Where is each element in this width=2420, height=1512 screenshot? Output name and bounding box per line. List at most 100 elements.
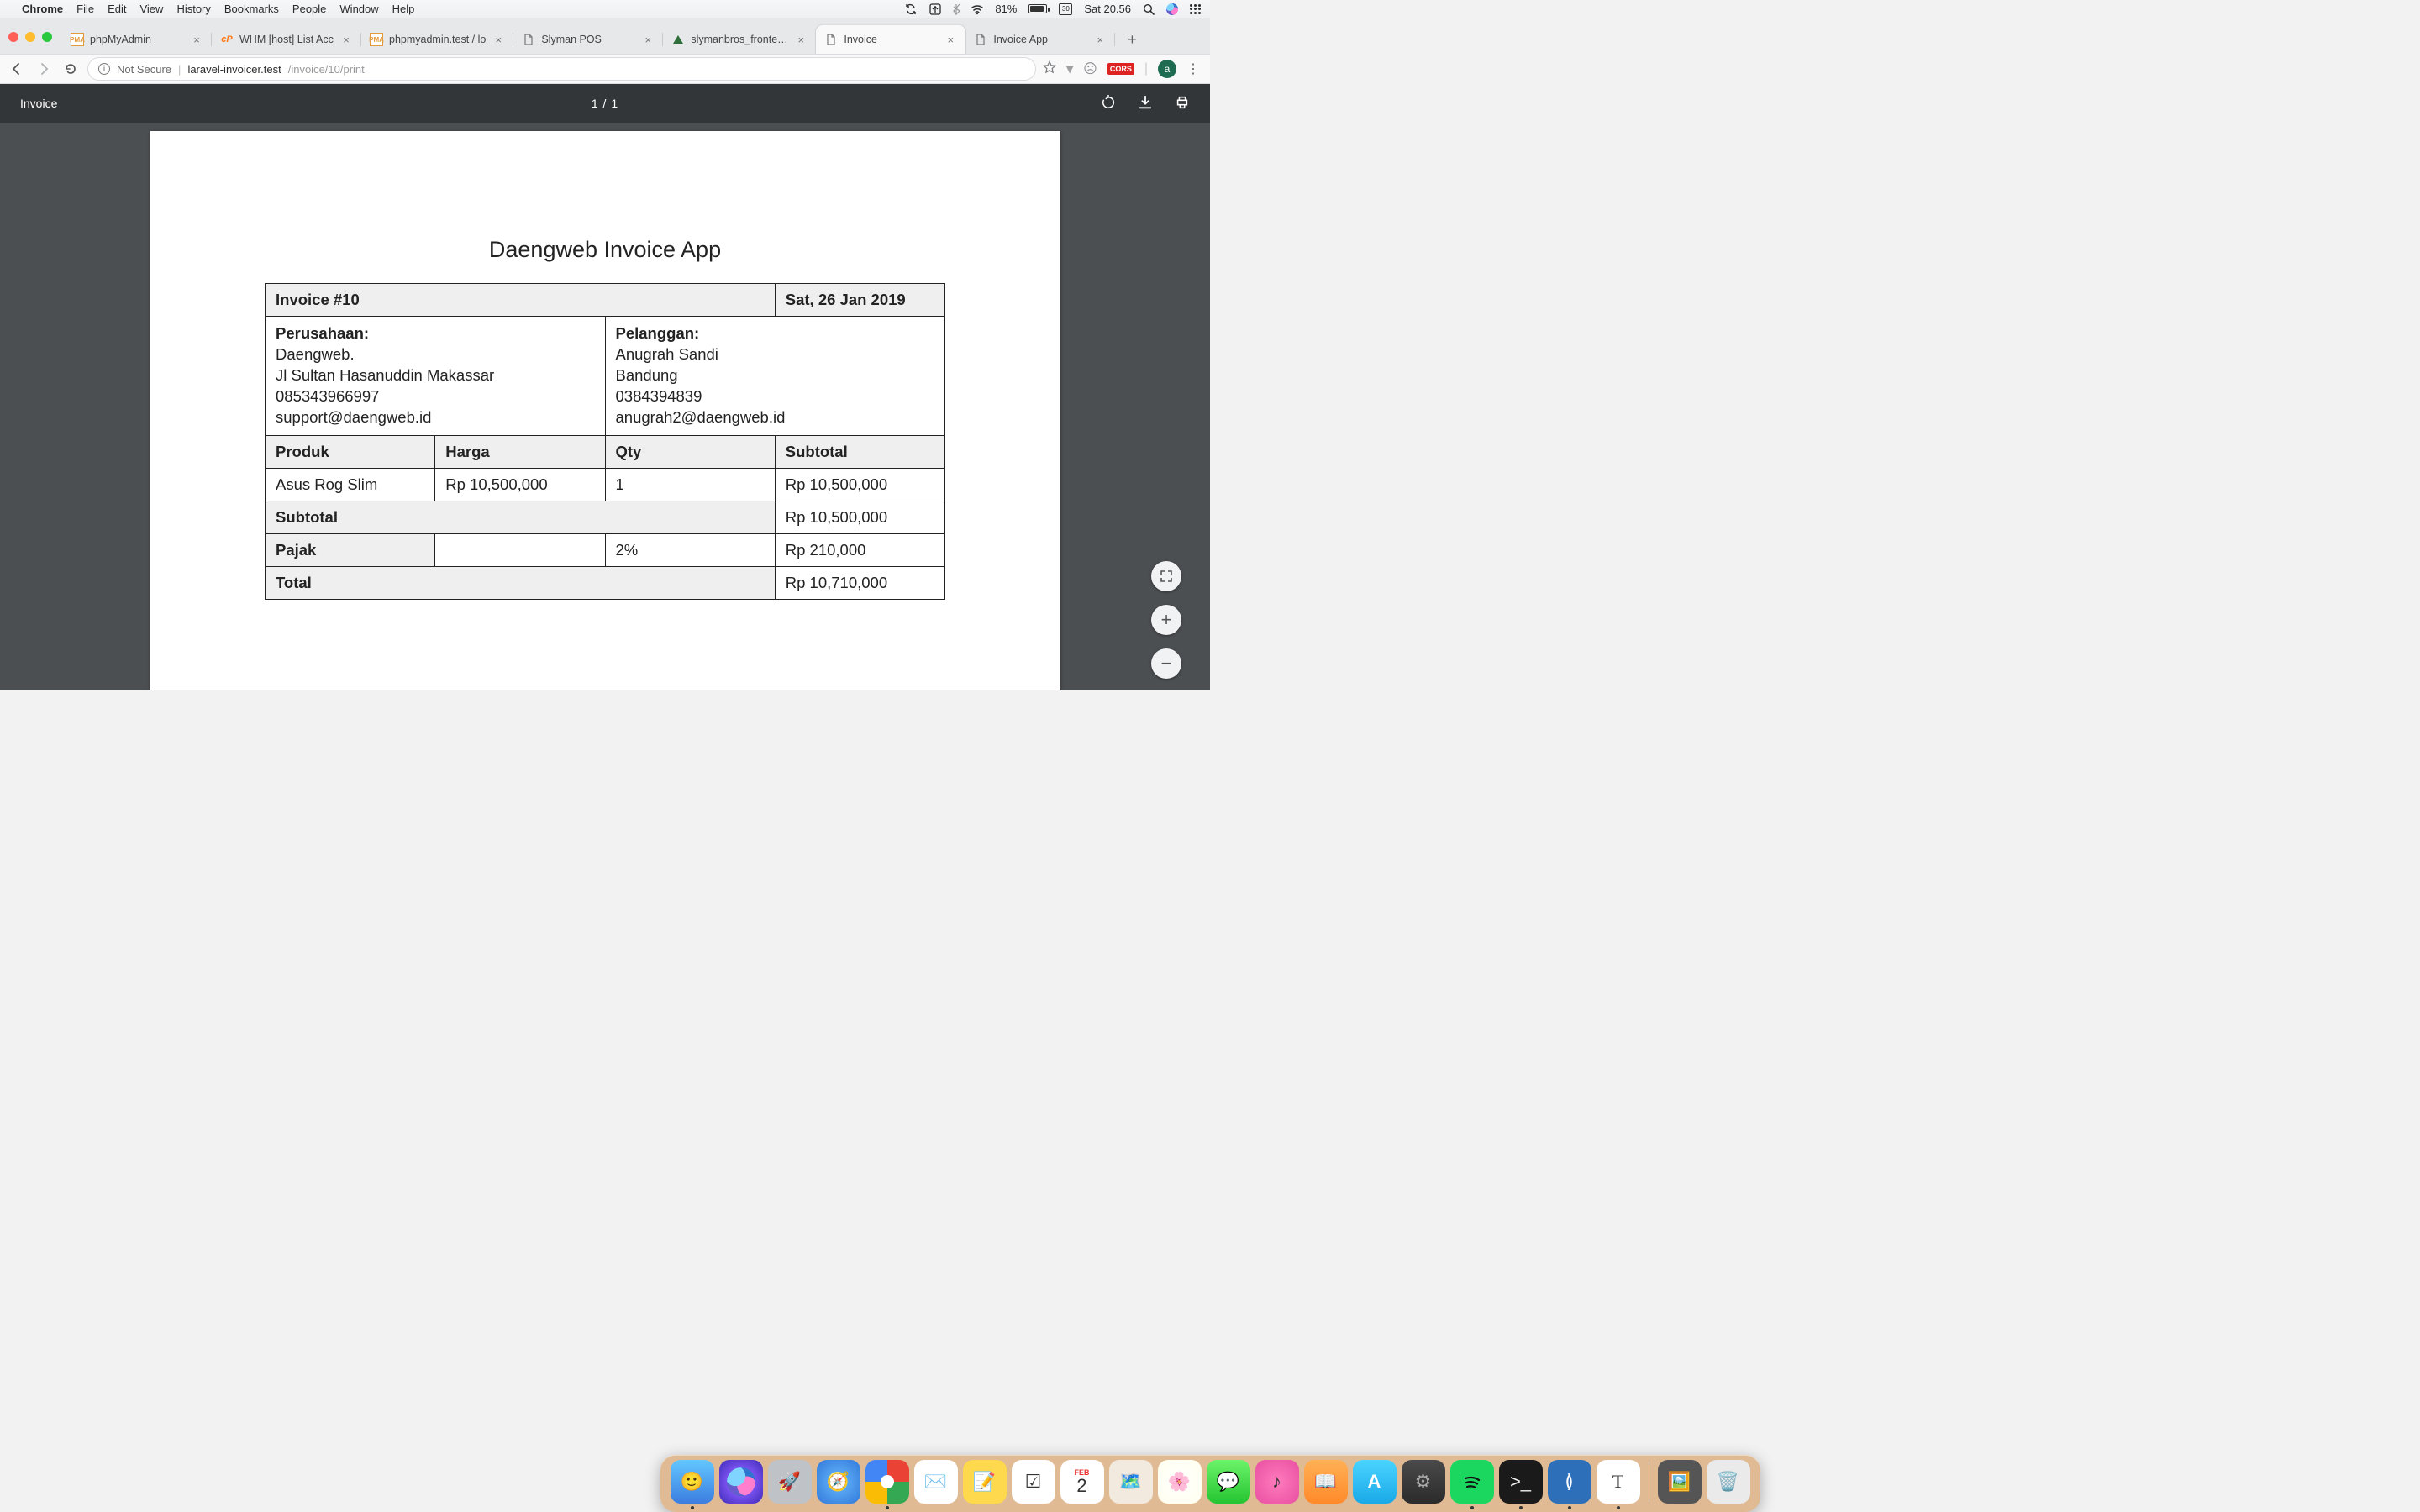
- chrome-dock-icon[interactable]: [865, 1460, 909, 1504]
- tab-slyman-pos[interactable]: Slyman POS ×: [513, 25, 663, 54]
- close-tab-icon[interactable]: ×: [794, 34, 808, 46]
- close-tab-icon[interactable]: ×: [492, 34, 505, 46]
- company-phone: 085343966997: [276, 386, 595, 407]
- menu-window[interactable]: Window: [339, 3, 378, 15]
- extension-face-icon[interactable]: ☹: [1083, 60, 1097, 77]
- textedit-icon[interactable]: T: [1597, 1460, 1640, 1504]
- notes-icon[interactable]: 📝: [963, 1460, 1007, 1504]
- menu-edit[interactable]: Edit: [108, 3, 126, 15]
- tab-invoice-app[interactable]: Invoice App ×: [965, 25, 1115, 54]
- safari-icon[interactable]: 🧭: [817, 1460, 860, 1504]
- close-tab-icon[interactable]: ×: [1093, 34, 1107, 46]
- minimize-window-icon[interactable]: [25, 32, 35, 42]
- rotate-button[interactable]: [1101, 95, 1116, 113]
- battery-percent[interactable]: 81%: [995, 3, 1017, 15]
- recent-app-icon[interactable]: 🖼️: [1658, 1460, 1702, 1504]
- pdf-page-indicator: 1 / 1: [592, 97, 618, 110]
- appstore-icon[interactable]: A: [1353, 1460, 1397, 1504]
- tab-title: WHM [host] List Acc: [239, 34, 334, 45]
- calendar-day: 2: [1076, 1477, 1086, 1495]
- fullscreen-window-icon[interactable]: [42, 32, 52, 42]
- menubar-clock[interactable]: Sat 20.56: [1084, 3, 1131, 15]
- total-value: Rp 10,710,000: [775, 566, 944, 599]
- maps-icon[interactable]: 🗺️: [1109, 1460, 1153, 1504]
- url-path: /invoice/10/print: [288, 63, 365, 76]
- wifi-icon[interactable]: [971, 3, 983, 15]
- zoom-in-button[interactable]: +: [1151, 605, 1181, 635]
- siri-dock-icon[interactable]: [719, 1460, 763, 1504]
- cell-subtotal: Rp 10,500,000: [775, 468, 944, 501]
- app-menu[interactable]: Chrome: [22, 3, 63, 15]
- close-tab-icon[interactable]: ×: [641, 34, 655, 46]
- reload-button[interactable]: [60, 62, 81, 76]
- launchpad-icon[interactable]: 🚀: [768, 1460, 812, 1504]
- reminders-icon[interactable]: ☑︎: [1012, 1460, 1055, 1504]
- menu-history[interactable]: History: [176, 3, 210, 15]
- company-email: support@daengweb.id: [276, 407, 595, 428]
- battery-icon[interactable]: [1028, 4, 1047, 13]
- chrome-menu-button[interactable]: ⋮: [1186, 60, 1200, 77]
- ibooks-icon[interactable]: 📖: [1304, 1460, 1348, 1504]
- date-badge-icon[interactable]: 30: [1059, 3, 1072, 15]
- menu-people[interactable]: People: [292, 3, 326, 15]
- terminal-icon[interactable]: >_: [1499, 1460, 1543, 1504]
- tab-phpmyadmin-local[interactable]: PMA phpmyadmin.test / lo ×: [361, 25, 513, 54]
- sync-menu-icon[interactable]: [904, 3, 918, 15]
- close-tab-icon[interactable]: ×: [944, 34, 957, 46]
- mail-icon[interactable]: ✉️: [914, 1460, 958, 1504]
- photos-icon[interactable]: 🌸: [1158, 1460, 1202, 1504]
- menu-bookmarks[interactable]: Bookmarks: [224, 3, 279, 15]
- separator: |: [178, 63, 181, 76]
- close-tab-icon[interactable]: ×: [190, 34, 203, 46]
- messages-icon[interactable]: 💬: [1207, 1460, 1250, 1504]
- toolbar-separator: |: [1144, 61, 1148, 76]
- file-favicon-icon: [824, 33, 838, 46]
- print-button[interactable]: [1175, 95, 1190, 113]
- menu-view[interactable]: View: [139, 3, 163, 15]
- close-window-icon[interactable]: [8, 32, 18, 42]
- window-controls[interactable]: [8, 32, 52, 42]
- tab-whm[interactable]: cP WHM [host] List Acc ×: [212, 25, 361, 54]
- fit-page-button[interactable]: [1151, 561, 1181, 591]
- menu-file[interactable]: File: [76, 3, 94, 15]
- file-favicon-icon: [974, 33, 987, 46]
- tab-invoice[interactable]: Invoice ×: [816, 25, 965, 54]
- bluetooth-icon[interactable]: [953, 3, 960, 15]
- site-info-icon[interactable]: i: [98, 63, 110, 75]
- vscode-icon[interactable]: ≬: [1548, 1460, 1591, 1504]
- pdf-canvas[interactable]: Daengweb Invoice App Invoice #10 Sat, 26…: [0, 123, 1210, 690]
- bookmark-star-icon[interactable]: [1043, 60, 1056, 78]
- cell-qty: 1: [605, 468, 775, 501]
- siri-icon[interactable]: [1166, 3, 1178, 15]
- tab-phpmyadmin[interactable]: PMA phpMyAdmin ×: [62, 25, 212, 54]
- music-icon[interactable]: ♪: [1255, 1460, 1299, 1504]
- invoice-table: Invoice #10 Sat, 26 Jan 2019 Perusahaan:…: [265, 283, 945, 600]
- calendar-icon[interactable]: FEB 2: [1060, 1460, 1104, 1504]
- menu-help[interactable]: Help: [392, 3, 415, 15]
- customer-name: Anugrah Sandi: [616, 344, 935, 365]
- extension-cors-icon[interactable]: CORS: [1107, 63, 1134, 75]
- toolbar: i Not Secure | laravel-invoicer.test/inv…: [0, 54, 1210, 84]
- notification-center-icon[interactable]: [1190, 4, 1202, 14]
- preferences-icon[interactable]: ⚙︎: [1402, 1460, 1445, 1504]
- profile-avatar[interactable]: a: [1158, 60, 1176, 78]
- zoom-out-button[interactable]: −: [1151, 648, 1181, 679]
- spotlight-icon[interactable]: [1143, 3, 1155, 15]
- trash-icon[interactable]: 🗑️: [1707, 1460, 1750, 1504]
- tab-slymanbros[interactable]: slymanbros_frontend ×: [663, 25, 816, 54]
- extensions-area: ▾ ☹ CORS | a ⋮: [1043, 60, 1203, 78]
- extension-v-icon[interactable]: ▾: [1066, 60, 1073, 77]
- finder-icon[interactable]: 🙂: [671, 1460, 714, 1504]
- spotify-icon[interactable]: [1450, 1460, 1494, 1504]
- address-bar[interactable]: i Not Secure | laravel-invoicer.test/inv…: [87, 57, 1036, 81]
- close-tab-icon[interactable]: ×: [339, 34, 353, 46]
- download-button[interactable]: [1138, 95, 1153, 113]
- display-menu-icon[interactable]: [929, 3, 941, 15]
- tax-rate: 2%: [605, 533, 775, 566]
- new-tab-button[interactable]: +: [1120, 28, 1144, 51]
- forward-button[interactable]: [34, 62, 54, 76]
- company-name: Daengweb.: [276, 344, 595, 365]
- back-button[interactable]: [7, 62, 27, 76]
- pdf-page: Daengweb Invoice App Invoice #10 Sat, 26…: [150, 131, 1060, 690]
- customer-address: Bandung: [616, 365, 935, 386]
